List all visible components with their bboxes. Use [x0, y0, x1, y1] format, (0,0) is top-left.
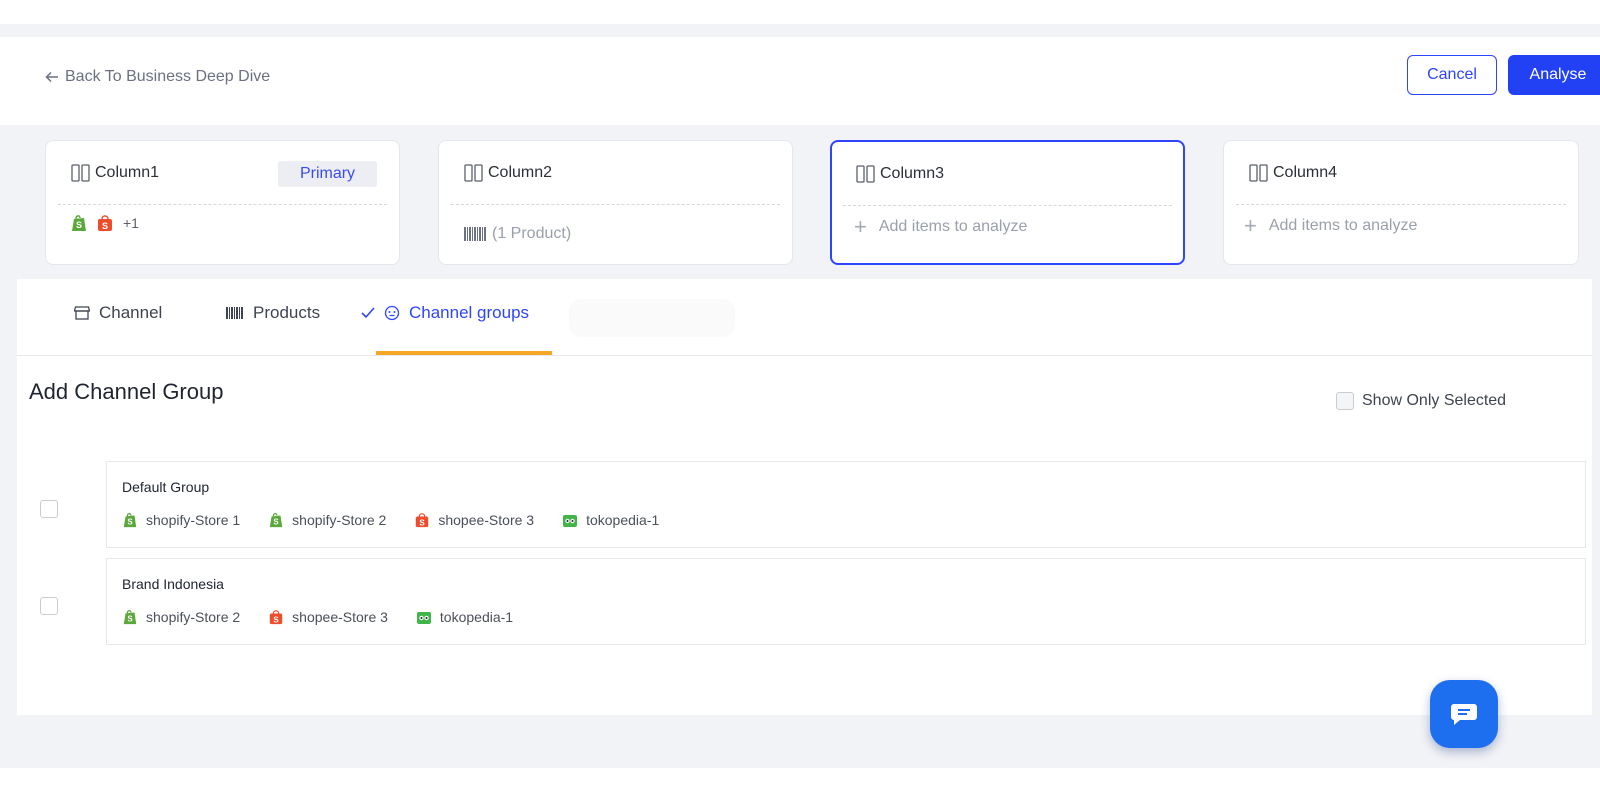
columns-icon: [464, 163, 483, 182]
shopify-icon: S: [72, 215, 86, 231]
shopify-icon: S: [123, 513, 137, 528]
shopify-icon: S: [123, 610, 137, 625]
column-title: Column2: [488, 163, 553, 181]
column-title: Column1: [95, 163, 160, 181]
plus-icon: +: [1244, 213, 1257, 238]
tokopedia-icon: [416, 612, 431, 624]
group-name: Brand Indonesia: [122, 576, 224, 592]
tab-channel[interactable]: Channel: [74, 303, 162, 323]
column-title: Column4: [1273, 163, 1338, 181]
column-card-header: Column2: [451, 141, 780, 205]
column-card-1[interactable]: Column1 Primary S S +1: [45, 140, 400, 265]
extra-channel-count: +1: [123, 215, 139, 231]
group-name: Default Group: [122, 479, 210, 495]
channel-chip: S shopify-Store 2: [122, 609, 240, 625]
tab-label: Channel groups: [409, 303, 530, 322]
channel-label: tokopedia-1: [586, 512, 660, 528]
column-card-4[interactable]: Column4 + Add items to analyze: [1223, 140, 1579, 265]
channel-label: shopify-Store 2: [146, 609, 241, 625]
channel-chip: S shopee-Store 3: [414, 512, 534, 528]
channel-chip: tokopedia-1: [562, 512, 659, 528]
channel-label: tokopedia-1: [439, 609, 514, 625]
channel-label: shopee-Store 3: [438, 512, 535, 528]
channel-label: shopify-Store 1: [146, 512, 241, 528]
top-strip: [0, 0, 1600, 24]
svg-text:S: S: [102, 221, 108, 231]
store-icon: [74, 306, 90, 320]
tab-products[interactable]: Products: [226, 303, 320, 323]
svg-text:S: S: [127, 614, 133, 623]
back-link[interactable]: Back To Business Deep Dive: [45, 68, 270, 86]
group-icon: [384, 305, 400, 321]
column-card-header: Column3: [843, 142, 1172, 206]
column-card-header: Column4: [1236, 141, 1566, 205]
svg-text:S: S: [76, 220, 82, 230]
add-items-label: Add items to analyze: [1268, 217, 1418, 234]
cancel-button[interactable]: Cancel: [1407, 55, 1497, 95]
show-only-selected-toggle[interactable]: Show Only Selected: [1336, 392, 1506, 410]
add-items-prompt[interactable]: + Add items to analyze: [854, 216, 1027, 238]
active-tab-underline: [376, 351, 552, 355]
svg-text:S: S: [274, 517, 280, 526]
barcode-icon: [464, 227, 486, 241]
group-channels: S shopify-Store 2 S shopee-Store 3 tokop…: [122, 609, 513, 625]
group-channels: S shopify-Store 1 S shopify-Store 2 S sh…: [122, 512, 659, 528]
check-icon: [361, 307, 375, 319]
add-items-prompt[interactable]: + Add items to analyze: [1244, 215, 1417, 237]
channel-chip: tokopedia-1: [416, 609, 513, 625]
column-channels: S S +1: [71, 214, 139, 232]
product-count: (1 Product): [492, 225, 572, 242]
column-card-3[interactable]: Column3 + Add items to analyze: [830, 140, 1185, 265]
tab-label: Products: [253, 303, 321, 322]
show-only-selected-checkbox[interactable]: [1336, 392, 1354, 410]
chat-button[interactable]: [1430, 680, 1498, 748]
tokopedia-icon: [563, 515, 578, 527]
shopee-icon: S: [98, 215, 112, 231]
shopee-icon: S: [416, 513, 429, 527]
group-row-brand-indonesia[interactable]: Brand Indonesia S shopify-Store 2 S shop…: [106, 558, 1586, 645]
column-products: (1 Product): [464, 225, 571, 243]
columns-icon: [856, 164, 875, 183]
group-row-default[interactable]: Default Group S shopify-Store 1 S shopif…: [106, 461, 1586, 548]
primary-badge: Primary: [278, 161, 377, 187]
show-only-selected-label: Show Only Selected: [1362, 392, 1507, 409]
tab-channel-groups[interactable]: Channel groups: [361, 303, 529, 323]
tabs-row: Channel Products Channel groups: [17, 279, 1592, 356]
plus-icon: +: [854, 214, 867, 239]
tab-label: Channel: [99, 303, 163, 322]
channel-chip: S shopee-Store 3: [268, 609, 388, 625]
columns-icon: [71, 163, 90, 182]
svg-text:S: S: [420, 518, 426, 527]
svg-text:S: S: [127, 517, 133, 526]
columns-icon: [1249, 163, 1268, 182]
shopee-icon: S: [269, 610, 283, 624]
arrow-left-icon: [45, 71, 58, 83]
content-panel: Channel Products Channel groups Add Chan…: [17, 279, 1592, 715]
shopify-icon: S: [269, 513, 283, 528]
group-checkbox-default[interactable]: [40, 500, 58, 518]
add-items-label: Add items to analyze: [878, 218, 1028, 235]
chat-icon: [1451, 704, 1477, 725]
column-card-2[interactable]: Column2 (1 Product): [438, 140, 793, 265]
svg-text:S: S: [274, 615, 280, 624]
channel-label: shopify-Store 2: [292, 512, 387, 528]
channel-chip: S shopify-Store 1: [122, 512, 240, 528]
group-checkbox-brand-indonesia[interactable]: [40, 597, 58, 615]
channel-label: shopee-Store 3: [292, 609, 388, 625]
section-title: Add Channel Group: [29, 379, 224, 404]
barcode-icon: [226, 307, 243, 319]
back-link-label: Back To Business Deep Dive: [65, 68, 271, 85]
channel-chip: S shopify-Store 2: [268, 512, 386, 528]
column-title: Column3: [880, 164, 945, 182]
bottom-strip: [0, 768, 1600, 800]
analyse-button[interactable]: Analyse: [1508, 55, 1600, 95]
column-card-header: Column1 Primary: [58, 141, 387, 205]
tab-placeholder: [569, 299, 735, 337]
